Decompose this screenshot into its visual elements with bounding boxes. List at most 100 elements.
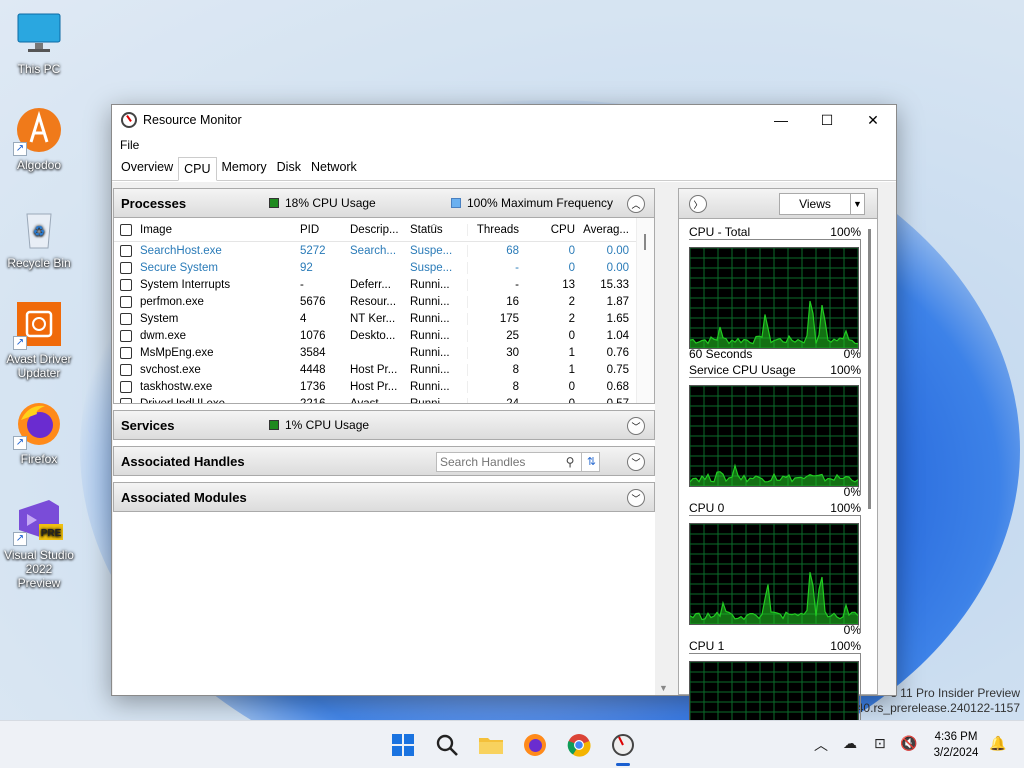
processes-header[interactable]: Processes 18% CPU Usage 100% Maximum Fre… — [113, 188, 655, 218]
menu-bar: File — [112, 135, 896, 155]
search-handles-box: ⚲ ⇅ — [436, 452, 600, 472]
tab-disk[interactable]: Disk — [272, 156, 306, 180]
associated-modules-header[interactable]: Associated Modules ﹀ — [113, 482, 655, 512]
graph-frame — [689, 239, 861, 357]
volume-muted-icon[interactable]: 🔇 — [900, 735, 917, 752]
column-header-description[interactable]: Descrip... — [346, 224, 406, 236]
table-scrollbar[interactable] — [636, 218, 654, 403]
firefox-icon: ↗ — [13, 400, 63, 450]
row-checkbox[interactable] — [114, 312, 136, 325]
cell-avg: 0.57 — [606, 397, 629, 404]
menu-file[interactable]: File — [120, 138, 139, 152]
row-checkbox[interactable] — [114, 363, 136, 376]
expand-modules-button[interactable]: ﹀ — [627, 489, 645, 507]
start-icon[interactable] — [389, 731, 417, 759]
cell-pid: 5272 — [300, 244, 326, 257]
column-header-average[interactable]: Averag... — [579, 224, 635, 236]
cell-image: dwm.exe — [140, 329, 187, 342]
clock[interactable]: 4:36 PM 3/2/2024 — [928, 729, 984, 761]
desktop-icon-visual-studio[interactable]: PRE ↗ Visual Studio 2022 Preview — [2, 496, 76, 590]
row-checkbox[interactable] — [114, 261, 136, 274]
table-row[interactable]: SearchHost.exe 5272 Search... Suspe... 68 0 0.… — [114, 242, 654, 259]
scroll-down-icon[interactable]: ▼ — [659, 683, 668, 693]
tab-network[interactable]: Network — [306, 156, 362, 180]
column-header-image[interactable]: Image — [136, 224, 296, 236]
table-row[interactable]: perfmon.exe 5676 Resour... Runni... 16 2 1.87 — [114, 293, 654, 310]
chrome-icon[interactable] — [565, 731, 593, 759]
expand-handles-button[interactable]: ﹀ — [627, 453, 645, 471]
desktop-icon-this-pc[interactable]: This PC — [2, 10, 76, 76]
column-header-pid[interactable]: PID — [296, 224, 346, 236]
graph-header: Service CPU Usage 100% — [689, 363, 861, 377]
row-checkbox[interactable] — [114, 397, 136, 403]
desktop-icon-algodoo[interactable]: ↗ Algodoo — [2, 106, 76, 172]
table-row[interactable]: DriverUpdUI.exe 2216 Avast... Runni... 24 0 0.… — [114, 395, 654, 404]
graph-cpu-1: Service CPU Usage 100% 0% — [689, 363, 861, 499]
refresh-icon[interactable]: ⇅ — [581, 452, 601, 472]
associated-handles-header[interactable]: Associated Handles ⚲ ⇅ ﹀ — [113, 446, 655, 476]
table-row[interactable]: MsMpEng.exe 3584 Runni... 30 1 0.76 — [114, 344, 654, 361]
graph-max: 100% — [830, 501, 861, 515]
column-header-cpu[interactable]: CPU — [523, 224, 579, 236]
clock-date: 3/2/2024 — [933, 747, 979, 759]
collapse-processes-button[interactable]: ︿ — [627, 195, 645, 213]
row-checkbox[interactable] — [114, 346, 136, 359]
desktop-icon-firefox[interactable]: ↗ Firefox — [2, 400, 76, 466]
cell-cpu: 2 — [568, 312, 575, 325]
main-scrollbar[interactable]: ▼ — [655, 188, 671, 695]
tab-overview[interactable]: Overview — [116, 156, 178, 180]
select-all-checkbox[interactable] — [114, 223, 136, 236]
row-checkbox[interactable] — [114, 380, 136, 393]
title-bar[interactable]: Resource Monitor — ☐ ✕ — [112, 105, 896, 135]
row-checkbox[interactable] — [114, 244, 136, 257]
table-row[interactable]: System 4 NT Ker... Runni... 175 2 1.65 — [114, 310, 654, 327]
column-header-threads[interactable]: Threads — [468, 224, 523, 236]
search-icon[interactable]: ⚲ — [560, 455, 580, 469]
tab-memory[interactable]: Memory — [217, 156, 272, 180]
search-handles-input[interactable] — [440, 455, 560, 469]
row-checkbox[interactable] — [114, 278, 136, 291]
table-row[interactable]: System Interrupts - Deferr... Runni... - 13 15… — [114, 276, 654, 293]
close-button[interactable]: ✕ — [850, 105, 896, 135]
search-icon[interactable] — [433, 731, 461, 759]
graph-frame — [689, 377, 861, 495]
chevron-down-icon: ﹀ — [631, 457, 641, 468]
chevron-up-icon: ︿ — [631, 199, 641, 210]
cell-status: Runni... — [406, 329, 468, 342]
notification-bell-icon[interactable]: 🔔 — [989, 735, 1006, 752]
row-checkbox[interactable] — [114, 329, 136, 342]
chevron-right-icon: 〉 — [693, 199, 703, 210]
expand-services-button[interactable]: ﹀ — [627, 417, 645, 435]
collapse-graphs-button[interactable]: 〉 — [689, 195, 707, 213]
shortcut-arrow-icon: ↗ — [13, 142, 27, 156]
chevron-up-icon[interactable]: ︿ — [814, 735, 828, 755]
tab-strip: Overview CPU Memory Disk Network — [112, 155, 896, 181]
table-row[interactable]: dwm.exe 1076 Deskto... Runni... 25 0 1.04 — [114, 327, 654, 344]
table-header: Image PID Descrip... Status Threads CPU … — [114, 218, 654, 242]
minimize-button[interactable]: — — [758, 105, 804, 135]
window-title: Resource Monitor — [143, 113, 242, 127]
cell-threads: - — [515, 278, 519, 291]
maximize-button[interactable]: ☐ — [804, 105, 850, 135]
network-icon[interactable]: ⊡ — [874, 735, 886, 752]
cell-threads: 8 — [512, 380, 519, 393]
firefox-icon[interactable] — [521, 731, 549, 759]
table-row[interactable]: Secure System 92 Suspe... - 0 0.00 — [114, 259, 654, 276]
chevron-down-icon: ﹀ — [631, 421, 641, 432]
resource-monitor-icon[interactable] — [609, 731, 637, 759]
views-dropdown[interactable]: Views ▼ — [779, 193, 865, 215]
visual-studio-icon: PRE ↗ — [13, 496, 63, 546]
graph-header: CPU 0 100% — [689, 501, 861, 515]
recycle-bin-icon: ♻ — [15, 204, 63, 252]
services-header[interactable]: Services 1% CPU Usage ﹀ — [113, 410, 655, 440]
tab-cpu[interactable]: CPU — [178, 157, 217, 181]
table-row[interactable]: svchost.exe 4448 Host Pr... Runni... 8 1 0.75 — [114, 361, 654, 378]
desktop-icon-recycle-bin[interactable]: ♻ Recycle Bin — [2, 204, 76, 270]
cell-desc: Deskto... — [350, 329, 396, 342]
file-explorer-icon[interactable] — [477, 731, 505, 759]
row-checkbox[interactable] — [114, 295, 136, 308]
table-row[interactable]: taskhostw.exe 1736 Host Pr... Runni... 8 0 0.6… — [114, 378, 654, 395]
desktop-icon-avast-driver-updater[interactable]: ↗ Avast Driver Updater — [2, 300, 76, 380]
graphs-scrollbar[interactable] — [864, 219, 876, 694]
cloud-offline-icon[interactable]: ☁ — [843, 735, 857, 752]
